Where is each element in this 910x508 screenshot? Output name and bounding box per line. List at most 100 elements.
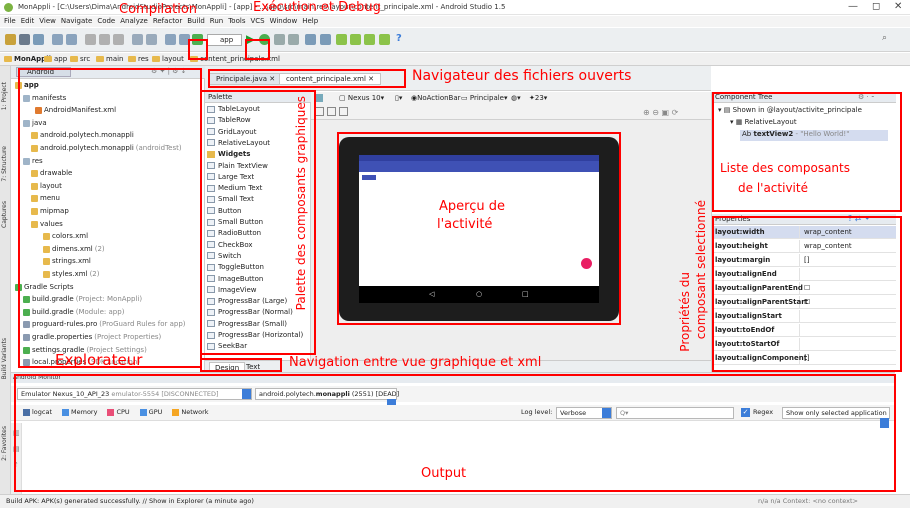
- palette-item[interactable]: RadioButton: [207, 229, 261, 237]
- palette-item[interactable]: Small Button: [207, 218, 263, 226]
- breadcrumb-item[interactable]: app: [44, 55, 67, 63]
- layout-select-icon[interactable]: [339, 107, 348, 116]
- minimize-button[interactable]: —: [848, 1, 858, 12]
- tree-item[interactable]: layout: [31, 181, 62, 192]
- attach-debugger-icon[interactable]: [274, 34, 285, 45]
- tree-item[interactable]: java: [23, 118, 47, 129]
- back-icon[interactable]: [165, 34, 176, 45]
- menu-item-edit[interactable]: Edit: [21, 16, 35, 27]
- property-value[interactable]: []: [800, 354, 809, 362]
- property-row[interactable]: layout:alignParentEnd ☐: [712, 281, 896, 295]
- property-row[interactable]: layout:alignParentStart ☐: [712, 295, 896, 309]
- forward-icon[interactable]: [179, 34, 190, 45]
- property-row[interactable]: layout:width wrap_content: [712, 226, 896, 239]
- scroll-end-icon[interactable]: ▤: [13, 445, 20, 453]
- hello-textview-selected[interactable]: [362, 175, 376, 180]
- menu-item-code[interactable]: Code: [97, 16, 115, 27]
- monitor-tab-memory[interactable]: Memory: [62, 408, 97, 416]
- menu-item-file[interactable]: File: [4, 16, 16, 27]
- up-icon[interactable]: ↑: [13, 461, 19, 469]
- palette-item[interactable]: ProgressBar (Small): [207, 320, 287, 328]
- locale-select[interactable]: ◍▾: [511, 94, 521, 102]
- filter-select[interactable]: Show only selected application: [782, 407, 890, 428]
- property-row[interactable]: layout:margin[]: [712, 253, 896, 267]
- tree-item[interactable]: res: [23, 156, 43, 167]
- tree-item[interactable]: build.gradle (Project: MonAppli): [23, 294, 142, 305]
- tree-item[interactable]: Gradle Scripts: [15, 282, 73, 293]
- menu-item-window[interactable]: Window: [270, 16, 298, 27]
- tree-item[interactable]: manifests: [23, 93, 66, 104]
- tab-structure[interactable]: 7: Structure: [1, 146, 8, 182]
- copy-icon[interactable]: [99, 34, 110, 45]
- breadcrumb-item[interactable]: layout: [152, 55, 184, 63]
- property-row[interactable]: layout:alignStart: [712, 309, 896, 323]
- palette-item[interactable]: Plain TextView: [207, 162, 268, 170]
- tab-content-principale-xml[interactable]: content_principale.xml ✕: [279, 73, 382, 85]
- palette-item[interactable]: ImageView: [207, 286, 257, 294]
- menu-item-help[interactable]: Help: [302, 16, 318, 27]
- palette-item[interactable]: Button: [207, 207, 241, 215]
- menu-item-view[interactable]: View: [39, 16, 56, 27]
- logcat-search-input[interactable]: Q▾: [616, 407, 734, 419]
- tree-item-shown-in[interactable]: ▾ ▤ Shown in @layout/activite_principale: [718, 106, 862, 114]
- palette-item[interactable]: ImageButton: [207, 275, 263, 283]
- palette-item[interactable]: GridLayout: [207, 128, 257, 136]
- redo-icon[interactable]: [66, 34, 77, 45]
- property-value[interactable]: wrap_content: [800, 228, 852, 236]
- property-value[interactable]: wrap_content: [800, 242, 852, 250]
- palette-item[interactable]: ProgressBar (Large): [207, 297, 287, 305]
- tree-item[interactable]: drawable: [31, 168, 72, 179]
- palette-item[interactable]: TableRow: [207, 116, 251, 124]
- tree-item[interactable]: build.gradle (Module: app): [23, 307, 124, 318]
- tree-item[interactable]: mipmap: [31, 206, 69, 217]
- tab-text[interactable]: Text: [241, 362, 265, 372]
- save-icon[interactable]: [19, 34, 30, 45]
- palette-item[interactable]: Small Text: [207, 195, 254, 203]
- tree-item[interactable]: colors.xml: [43, 231, 88, 242]
- device-select[interactable]: ▢ Nexus 10▾: [339, 94, 384, 102]
- maximize-button[interactable]: ◻: [872, 1, 880, 12]
- palette-item[interactable]: Widgets: [207, 150, 250, 158]
- menu-item-run[interactable]: Run: [210, 16, 223, 27]
- tree-item[interactable]: app: [15, 80, 39, 91]
- property-row[interactable]: layout:alignEnd: [712, 267, 896, 281]
- tree-item[interactable]: proguard-rules.pro (ProGuard Rules for ap…: [23, 319, 186, 330]
- orientation-select[interactable]: ▯▾: [395, 94, 402, 102]
- menu-item-vcs[interactable]: VCS: [250, 16, 264, 27]
- debug-icon[interactable]: [259, 34, 270, 45]
- palette-item[interactable]: ToggleButton: [207, 263, 264, 271]
- tab-captures[interactable]: Captures: [1, 201, 8, 228]
- make-project-icon[interactable]: [192, 34, 203, 45]
- run-icon[interactable]: ▶: [246, 32, 255, 46]
- palette-item[interactable]: Medium Text: [207, 184, 262, 192]
- tree-item[interactable]: values: [31, 219, 63, 230]
- clear-log-icon[interactable]: ▥: [13, 429, 20, 437]
- help-icon[interactable]: ?: [396, 33, 402, 44]
- menu-item-tools[interactable]: Tools: [228, 16, 245, 27]
- device-dropdown[interactable]: Emulator Nexus_10_API_23 emulator-5554 […: [17, 388, 252, 400]
- tree-item[interactable]: styles.xml (2): [43, 269, 100, 280]
- property-value[interactable]: []: [800, 256, 809, 264]
- search-everywhere-icon[interactable]: ⌕: [882, 33, 887, 43]
- tree-item[interactable]: menu: [31, 193, 60, 204]
- tab-design[interactable]: Design: [209, 362, 246, 372]
- tab-project[interactable]: 1: Project: [1, 82, 8, 110]
- palette-item[interactable]: ProgressBar (Horizontal): [207, 331, 303, 339]
- project-view-select[interactable]: Android: [16, 67, 71, 77]
- menu-item-refactor[interactable]: Refactor: [153, 16, 182, 27]
- monitor-tab-gpu[interactable]: GPU: [139, 408, 162, 416]
- loglevel-select[interactable]: Verbose: [556, 407, 612, 419]
- replace-icon[interactable]: [146, 34, 157, 45]
- coverage-icon[interactable]: [288, 34, 299, 45]
- property-row[interactable]: layout:toEndOf: [712, 323, 896, 337]
- palette-item[interactable]: Large Text: [207, 173, 254, 181]
- process-dropdown[interactable]: android.polytech.monappli (2551) [DEAD]: [255, 388, 399, 409]
- monitor-tab-logcat[interactable]: logcat: [23, 408, 52, 416]
- avd-manager-icon[interactable]: [336, 34, 347, 45]
- tab-favorites[interactable]: 2: Favorites: [1, 426, 8, 461]
- activity-select[interactable]: ▭ Principale▾: [461, 94, 508, 102]
- tree-item-relativelayout[interactable]: ▾ ▦ RelativeLayout: [730, 118, 797, 126]
- run-config-select[interactable]: app: [207, 34, 242, 46]
- layer-icon[interactable]: [315, 94, 323, 102]
- grid-icon[interactable]: [327, 107, 336, 116]
